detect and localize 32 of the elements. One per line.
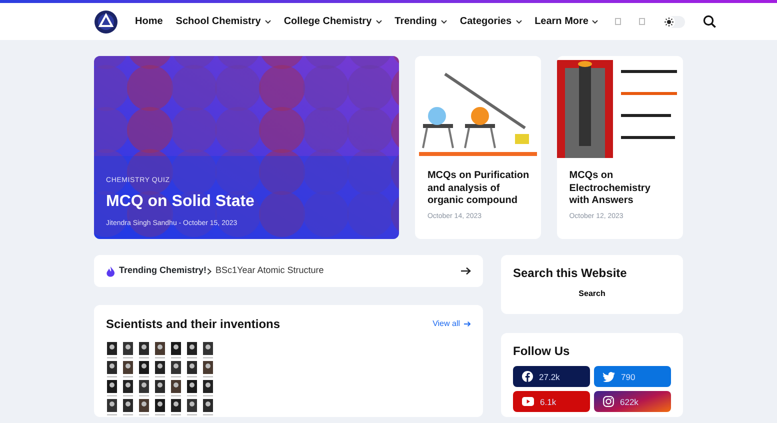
logo-icon[interactable]: [94, 10, 118, 34]
section-title: Follow Us: [513, 344, 571, 358]
sun-icon: [663, 16, 676, 28]
post-title: MCQ on Solid State: [106, 192, 254, 212]
flame-icon: [106, 266, 115, 276]
nav-link[interactable]: School Chemistry: [176, 14, 271, 29]
theme-toggle[interactable]: [663, 16, 686, 28]
bird-icon: [603, 372, 615, 382]
section-title: Scientists and their inventions: [106, 317, 280, 332]
nav-link[interactable]: Learn More: [534, 14, 598, 29]
nav-link[interactable]: Categories: [460, 14, 522, 29]
section-title: Search this Website: [513, 266, 628, 280]
arrow-icon: [464, 321, 471, 328]
search-icon[interactable]: [703, 15, 716, 28]
camera-icon: [603, 396, 614, 408]
nav-link[interactable]: Trending: [394, 14, 447, 29]
social-button[interactable]: 27.2k: [513, 366, 590, 388]
view-all-link[interactable]: View all: [432, 318, 471, 330]
chevron-icon: [206, 268, 212, 274]
facebook-icon: [522, 371, 533, 382]
trending-post-link[interactable]: BSc1Year Atomic Structure: [216, 264, 324, 278]
nav-link[interactable]: Home: [135, 14, 163, 29]
social-button[interactable]: 6.1k: [513, 391, 590, 412]
trending-label: Trending Chemistry!: [119, 264, 207, 278]
social-button[interactable]: 622k: [594, 391, 671, 412]
arrow-icon[interactable]: [461, 267, 471, 275]
post-title: MCQs on Purification and analysis of organic compound: [427, 170, 530, 208]
post-title: MCQs on Electrochemistry with Answers: [569, 170, 652, 208]
nav-link[interactable]: College Chemistry: [284, 14, 382, 29]
play-icon: [522, 397, 534, 406]
search-button[interactable]: Search: [578, 288, 606, 300]
social-button[interactable]: 790: [594, 366, 671, 388]
